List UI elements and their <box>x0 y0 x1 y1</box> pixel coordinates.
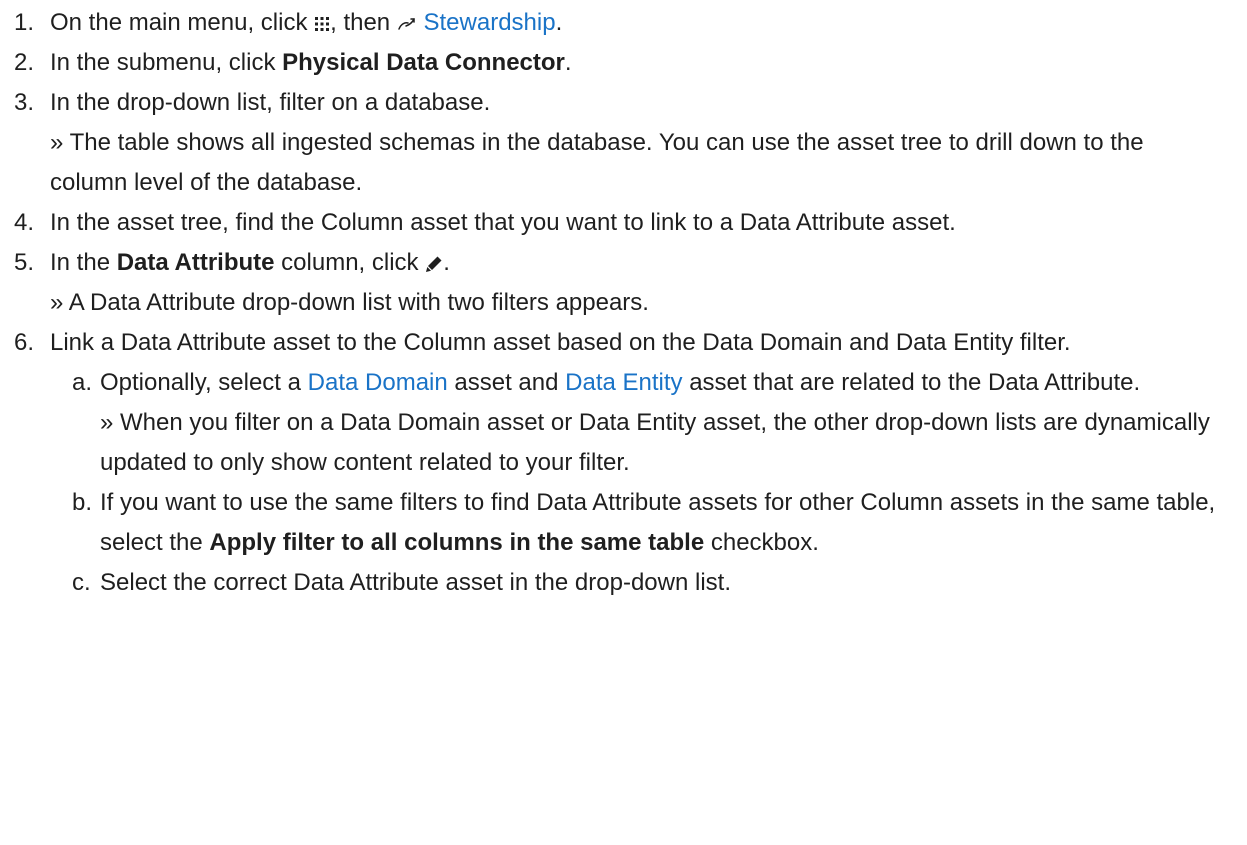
substep-letter: b. <box>72 489 93 516</box>
step-text: column, click <box>274 249 426 276</box>
step-number: 5. <box>14 249 35 276</box>
step-text: In the drop-down list, filter on a datab… <box>50 89 491 116</box>
procedure-document: 1. On the main menu, click , then Stewar… <box>0 0 1247 603</box>
data-domain-link[interactable]: Data Domain <box>308 369 448 396</box>
grid-menu-icon <box>314 16 330 32</box>
step-number: 4. <box>14 209 35 236</box>
step-text: On the main menu, click <box>50 9 315 36</box>
substep-b: b. If you want to use the same filters t… <box>0 483 1247 563</box>
step-3: 3. In the drop-down list, filter on a da… <box>0 83 1247 123</box>
substep-text: Optionally, select a <box>100 369 308 396</box>
step-text: In the <box>50 249 117 276</box>
step-number: 1. <box>14 9 35 36</box>
substep-a-result: » When you filter on a Data Domain asset… <box>100 409 1210 476</box>
ui-label-apply-filter: Apply filter to all columns in the same … <box>209 529 705 556</box>
step-1: 1. On the main menu, click , then Stewar… <box>0 3 1247 43</box>
substep-a: a. Optionally, select a Data Domain asse… <box>0 363 1247 403</box>
step-number: 3. <box>14 89 35 116</box>
substep-list: a. Optionally, select a Data Domain asse… <box>0 363 1247 603</box>
substep-text: checkbox. <box>704 529 819 556</box>
step-4: 4. In the asset tree, find the Column as… <box>0 203 1247 243</box>
step-text: . <box>564 49 572 76</box>
step-text: , then <box>330 9 397 36</box>
data-entity-link[interactable]: Data Entity <box>565 369 682 396</box>
step-5-result: » A Data Attribute drop-down list with t… <box>50 289 649 316</box>
ui-label-data-attribute: Data Attribute <box>116 249 275 276</box>
substep-letter: c. <box>72 569 91 596</box>
step-text: In the asset tree, find the Column asset… <box>50 209 956 236</box>
step-number: 2. <box>14 49 35 76</box>
pencil-icon <box>425 255 443 273</box>
step-number: 6. <box>14 329 35 356</box>
step-5: 5. In the Data Attribute column, click . <box>0 243 1247 283</box>
stewardship-link[interactable]: Stewardship <box>424 9 556 36</box>
step-6: 6. Link a Data Attribute asset to the Co… <box>0 323 1247 363</box>
step-2: 2. In the submenu, click Physical Data C… <box>0 43 1247 83</box>
stewardship-icon <box>397 16 417 32</box>
substep-c: c. Select the correct Data Attribute ass… <box>0 563 1247 603</box>
substep-text: Select the correct Data Attribute asset … <box>100 569 731 596</box>
step-text: . <box>555 9 563 36</box>
step-3-result: » The table shows all ingested schemas i… <box>50 129 1144 196</box>
substep-text: asset that are related to the Data Attri… <box>682 369 1141 396</box>
step-text: . <box>443 249 450 276</box>
substep-letter: a. <box>72 369 93 396</box>
step-text: In the submenu, click <box>50 49 283 76</box>
ui-label-physical-data-connector: Physical Data Connector <box>282 49 565 76</box>
substep-text: asset and <box>447 369 566 396</box>
step-text: Link a Data Attribute asset to the Colum… <box>50 329 1071 356</box>
